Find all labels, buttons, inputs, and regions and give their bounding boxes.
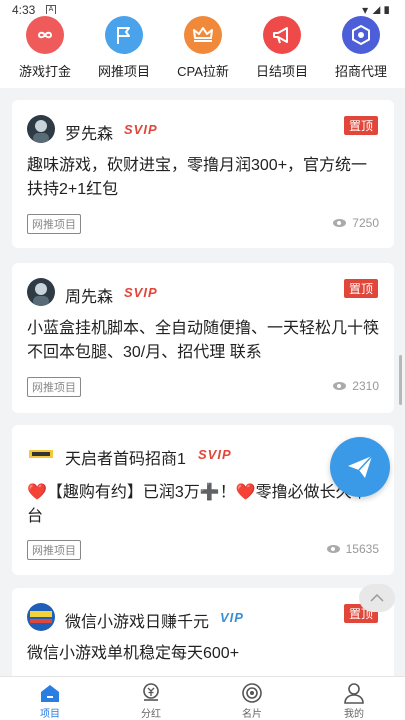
publish-button[interactable] bbox=[330, 437, 390, 497]
eye-icon bbox=[333, 382, 347, 390]
eye-icon bbox=[333, 219, 347, 227]
post-feed[interactable]: 罗先森 SVIP 置顶 趣味游戏，砍财进宝，零撸月润300+，官方统一扶持2+1… bbox=[0, 88, 405, 676]
post-content: 趣味游戏，砍财进宝，零撸月润300+，官方统一扶持2+1红包 bbox=[27, 157, 368, 198]
user-icon bbox=[324, 681, 384, 705]
target-icon bbox=[222, 681, 282, 705]
eye-icon bbox=[326, 545, 340, 553]
post-tag[interactable]: 网推项目 bbox=[27, 377, 81, 397]
category-bar: 游戏打金 网推项目 CPA拉新 日结项目 招商代理 bbox=[0, 14, 405, 88]
category-label: 网推项目 bbox=[97, 64, 150, 79]
view-count-value: 2310 bbox=[352, 379, 379, 393]
view-count: 7250 bbox=[333, 216, 379, 230]
category-daily[interactable]: 日结项目 bbox=[242, 14, 322, 80]
post-author: 微信小游戏日赚千元 bbox=[65, 614, 210, 631]
view-count: 2310 bbox=[333, 379, 379, 393]
tab-projects[interactable]: 项目 bbox=[20, 681, 80, 720]
flag-icon bbox=[105, 16, 143, 54]
tab-label: 分红 bbox=[141, 709, 161, 720]
crown-icon bbox=[184, 16, 222, 54]
vip-badge: VIP bbox=[220, 610, 244, 625]
post-card[interactable]: 周先森 SVIP 置顶 小蓝盒挂机脚本、全自动随便撸、一天轻松几十筷不回本包腿、… bbox=[12, 263, 394, 413]
post-card[interactable]: 微信小游戏日赚千元 VIP 置顶 微信小游戏单机稳定每天600+ bbox=[12, 588, 394, 676]
category-agent[interactable]: 招商代理 bbox=[321, 14, 401, 80]
post-content: 小蓝盒挂机脚本、全自动随便撸、一天轻松几十筷不回本包腿、30/月、招代理 联系 bbox=[27, 320, 380, 361]
avatar bbox=[27, 440, 55, 468]
category-net-promo[interactable]: 网推项目 bbox=[84, 14, 164, 80]
avatar bbox=[27, 278, 55, 306]
category-cpa[interactable]: CPA拉新 bbox=[163, 14, 243, 80]
post-author: 天启者首码招商1 bbox=[65, 451, 186, 468]
scrollbar[interactable] bbox=[399, 355, 402, 405]
post-tag[interactable]: 网推项目 bbox=[27, 214, 81, 234]
category-label: 日结项目 bbox=[255, 64, 308, 79]
tab-mine[interactable]: 我的 bbox=[324, 681, 384, 720]
vip-badge: SVIP bbox=[124, 122, 158, 137]
tab-dividends[interactable]: 分红 bbox=[121, 681, 181, 720]
infinity-icon bbox=[26, 16, 64, 54]
megaphone-icon bbox=[263, 16, 301, 54]
view-count-value: 15635 bbox=[345, 542, 379, 556]
post-author: 周先森 bbox=[65, 289, 114, 306]
bottom-tab-bar: 项目 分红 名片 我的 bbox=[0, 676, 405, 720]
tab-label: 我的 bbox=[344, 709, 364, 720]
tab-label: 项目 bbox=[40, 709, 60, 720]
pinned-badge: 置顶 bbox=[343, 279, 378, 298]
post-content: ❤️【趣购有约】已润3万➕！❤️零撸必做长久平台 bbox=[27, 484, 368, 525]
vip-badge: SVIP bbox=[198, 447, 232, 462]
back-to-top-button[interactable] bbox=[359, 584, 395, 612]
yuan-coin-icon bbox=[121, 681, 181, 705]
category-label: 招商代理 bbox=[334, 64, 387, 79]
tab-label: 名片 bbox=[242, 709, 262, 720]
category-game-gold[interactable]: 游戏打金 bbox=[5, 14, 85, 80]
chevron-up-icon bbox=[370, 593, 384, 602]
pinned-badge: 置顶 bbox=[343, 116, 378, 135]
category-label: 游戏打金 bbox=[18, 64, 71, 79]
home-icon bbox=[20, 681, 80, 705]
tab-card[interactable]: 名片 bbox=[222, 681, 282, 720]
post-tag[interactable]: 网推项目 bbox=[27, 540, 81, 560]
avatar bbox=[27, 115, 55, 143]
post-author: 罗先森 bbox=[65, 126, 114, 143]
view-count: 15635 bbox=[326, 542, 379, 556]
paper-plane-icon bbox=[348, 455, 373, 478]
view-count-value: 7250 bbox=[352, 216, 379, 230]
post-content: 微信小游戏单机稳定每天600+ bbox=[27, 645, 240, 662]
hexagon-share-icon bbox=[342, 16, 380, 54]
vip-badge: SVIP bbox=[124, 285, 158, 300]
avatar bbox=[27, 603, 55, 631]
category-label: CPA拉新 bbox=[177, 64, 229, 79]
post-card[interactable]: 罗先森 SVIP 置顶 趣味游戏，砍财进宝，零撸月润300+，官方统一扶持2+1… bbox=[12, 100, 394, 248]
